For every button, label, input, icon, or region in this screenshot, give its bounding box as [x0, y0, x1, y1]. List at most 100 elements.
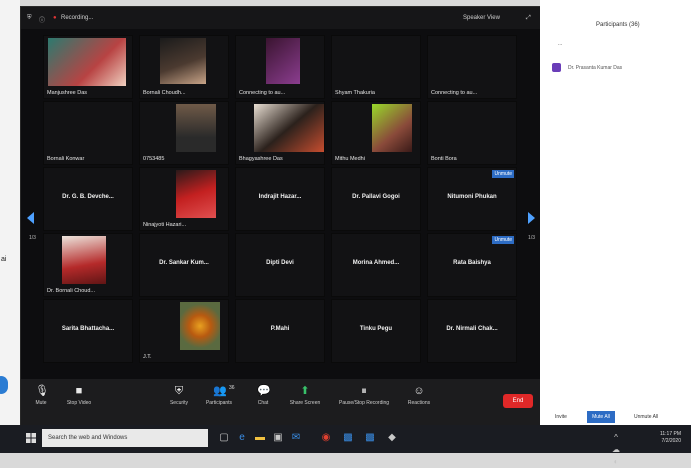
participant-tile[interactable]: Dr. Bornali Choud... [43, 233, 133, 297]
speaker-view-button[interactable]: Speaker View [463, 15, 500, 21]
panel-title: Participants (36) [596, 22, 640, 28]
participant-video [180, 302, 220, 350]
participant-name: Dr. Nirmali Chak... [446, 326, 498, 332]
participants-count: 36 [229, 385, 235, 391]
recording-label: Recording... [61, 15, 94, 21]
taskbar-clock: 11:17 PM 7/2/2020 [659, 431, 681, 444]
participant-video [266, 38, 300, 84]
participant-name: Shyam Thakuria [335, 90, 375, 96]
mute-all-button[interactable]: Mute All [587, 411, 615, 423]
participant-video [160, 38, 206, 84]
participant-tile[interactable]: Mithu Medhi [331, 101, 421, 165]
participant-name: Tinku Pegu [359, 326, 393, 332]
participant-tile[interactable]: Indrajit Hazar... [235, 167, 325, 231]
pause-stop-recording-button[interactable]: ⏸ Pause/Stop Recording [339, 385, 389, 406]
participant-video [62, 236, 106, 284]
taskbar-search-box[interactable]: Search the web and Windows [42, 429, 208, 447]
page-indicator-right: 1/3 [528, 235, 535, 241]
windows-start-icon[interactable] [26, 433, 36, 443]
participant-tile[interactable]: Bhagyashree Das [235, 101, 325, 165]
participant-name: Connecting to au... [431, 90, 478, 96]
participant-tile[interactable]: J.T. [139, 299, 229, 363]
page-indicator-left: 1/3 [29, 235, 36, 241]
strip-blue-button[interactable] [0, 376, 8, 394]
participants-panel: Participants (36) ... Dr. Prasanta Kumar… [540, 0, 691, 425]
recording-dot-icon: ● [53, 15, 57, 21]
participant-tile[interactable]: Bonti Bora [427, 101, 517, 165]
participant-tile[interactable]: Unmute Nitumoni Phukan [427, 167, 517, 231]
strip-text: ai [1, 256, 7, 263]
stop-video-button[interactable]: ■ Stop Video [61, 385, 97, 406]
unmute-badge[interactable]: Unmute [492, 170, 514, 178]
video-camera-icon: ■ [75, 385, 83, 397]
chat-button[interactable]: 💬 Chat [245, 385, 281, 406]
chrome-icon[interactable]: ◉ [320, 432, 332, 444]
security-button[interactable]: ⛨ Security [161, 385, 197, 406]
reactions-button[interactable]: ☺ Reactions [401, 385, 437, 406]
participant-name: P.Mahi [270, 326, 290, 332]
mail-icon[interactable]: ✉ [290, 432, 302, 444]
participant-tile[interactable]: 0753485 [139, 101, 229, 165]
participant-tile[interactable]: P.Mahi [235, 299, 325, 363]
participant-list-item[interactable]: Dr. Prasanta Kumar Das [552, 63, 682, 75]
participant-video [48, 38, 126, 86]
background-window-strip: ai [0, 0, 20, 425]
participant-list-name: Dr. Prasanta Kumar Das [568, 65, 623, 71]
microphone-icon: 🎙 [35, 385, 49, 397]
share-screen-button[interactable]: ⬆ Share Screen [287, 385, 323, 406]
participant-tile[interactable]: Dr. G. B. Devche... [43, 167, 133, 231]
participant-name: Dr. Sankar Kum... [159, 260, 209, 266]
participant-name: Ninajyoti Hazari... [143, 222, 187, 228]
participant-name: Bornali Konwar [47, 156, 85, 162]
participant-tile[interactable]: Bornali Choudh... [139, 35, 229, 99]
participant-tile[interactable]: Connecting to au... [427, 35, 517, 99]
participant-tile[interactable]: Connecting to au... [235, 35, 325, 99]
participant-tile[interactable]: Ninajyoti Hazari... [139, 167, 229, 231]
participant-name: Bhagyashree Das [239, 156, 283, 162]
file-explorer-icon[interactable]: ▬ [254, 432, 266, 444]
participant-name: Bonti Bora [431, 156, 457, 162]
zoom-app-icon[interactable]: ▩ [342, 432, 354, 444]
task-view-icon[interactable]: ▢ [218, 432, 230, 444]
participant-name: Sarita Bhattacha... [61, 326, 115, 332]
participant-tile[interactable]: Dipti Devi [235, 233, 325, 297]
info-icon[interactable]: ⓘ [39, 15, 45, 24]
participant-tile[interactable]: Tinku Pegu [331, 299, 421, 363]
system-tray-icons[interactable]: ^ ☁ ◐ [610, 432, 622, 466]
participant-tile[interactable]: Morina Ahmed... [331, 233, 421, 297]
participant-video [176, 104, 216, 152]
fullscreen-icon[interactable]: ⤢ [526, 15, 531, 22]
participant-tile[interactable]: Bornali Konwar [43, 101, 133, 165]
mute-button[interactable]: 🎙 Mute [23, 385, 59, 406]
previous-page-arrow-icon[interactable] [27, 212, 34, 224]
participant-video [176, 170, 216, 218]
pinned-app-icon[interactable]: ◆ [386, 432, 398, 444]
shield-icon[interactable]: ⛨ [27, 15, 32, 22]
store-icon[interactable]: ▣ [272, 432, 284, 444]
participant-tile[interactable]: Manjushree Das [43, 35, 133, 99]
participant-name: Indrajit Hazar... [258, 194, 302, 200]
participant-name: Dr. Bornali Choud... [47, 288, 95, 294]
zoom-meeting-window: ⛨ ⓘ ● Recording... Speaker View ⤢ 1/3 1/… [20, 6, 542, 434]
edge-browser-icon[interactable]: e [236, 432, 248, 444]
next-page-arrow-icon[interactable] [528, 212, 535, 224]
participant-tile[interactable]: Dr. Sankar Kum... [139, 233, 229, 297]
participant-name: Dr. G. B. Devche... [62, 194, 114, 200]
panel-small-label: ... [558, 41, 563, 47]
end-meeting-button[interactable]: End [503, 394, 533, 408]
participant-tile[interactable]: Sarita Bhattacha... [43, 299, 133, 363]
share-screen-icon: ⬆ [300, 385, 310, 397]
participant-tile[interactable]: Dr. Nirmali Chak... [427, 299, 517, 363]
unmute-badge[interactable]: Unmute [492, 236, 514, 244]
unmute-all-button[interactable]: Unmute All [634, 414, 658, 420]
participant-name: Dr. Pallavi Gogoi [352, 194, 400, 200]
invite-button[interactable]: Invite [555, 414, 567, 420]
participant-name: Morina Ahmed... [352, 260, 400, 266]
reaction-smiley-icon: ☺ [413, 385, 425, 397]
participant-tile[interactable]: Unmute Rata Baishya [427, 233, 517, 297]
chat-icon: 💬 [257, 385, 271, 397]
zoom-meeting-icon[interactable]: ▩ [364, 432, 376, 444]
participant-tile[interactable]: Shyam Thakuria [331, 35, 421, 99]
participant-tile[interactable]: Dr. Pallavi Gogoi [331, 167, 421, 231]
participant-name: Nitumoni Phukan [447, 194, 497, 200]
